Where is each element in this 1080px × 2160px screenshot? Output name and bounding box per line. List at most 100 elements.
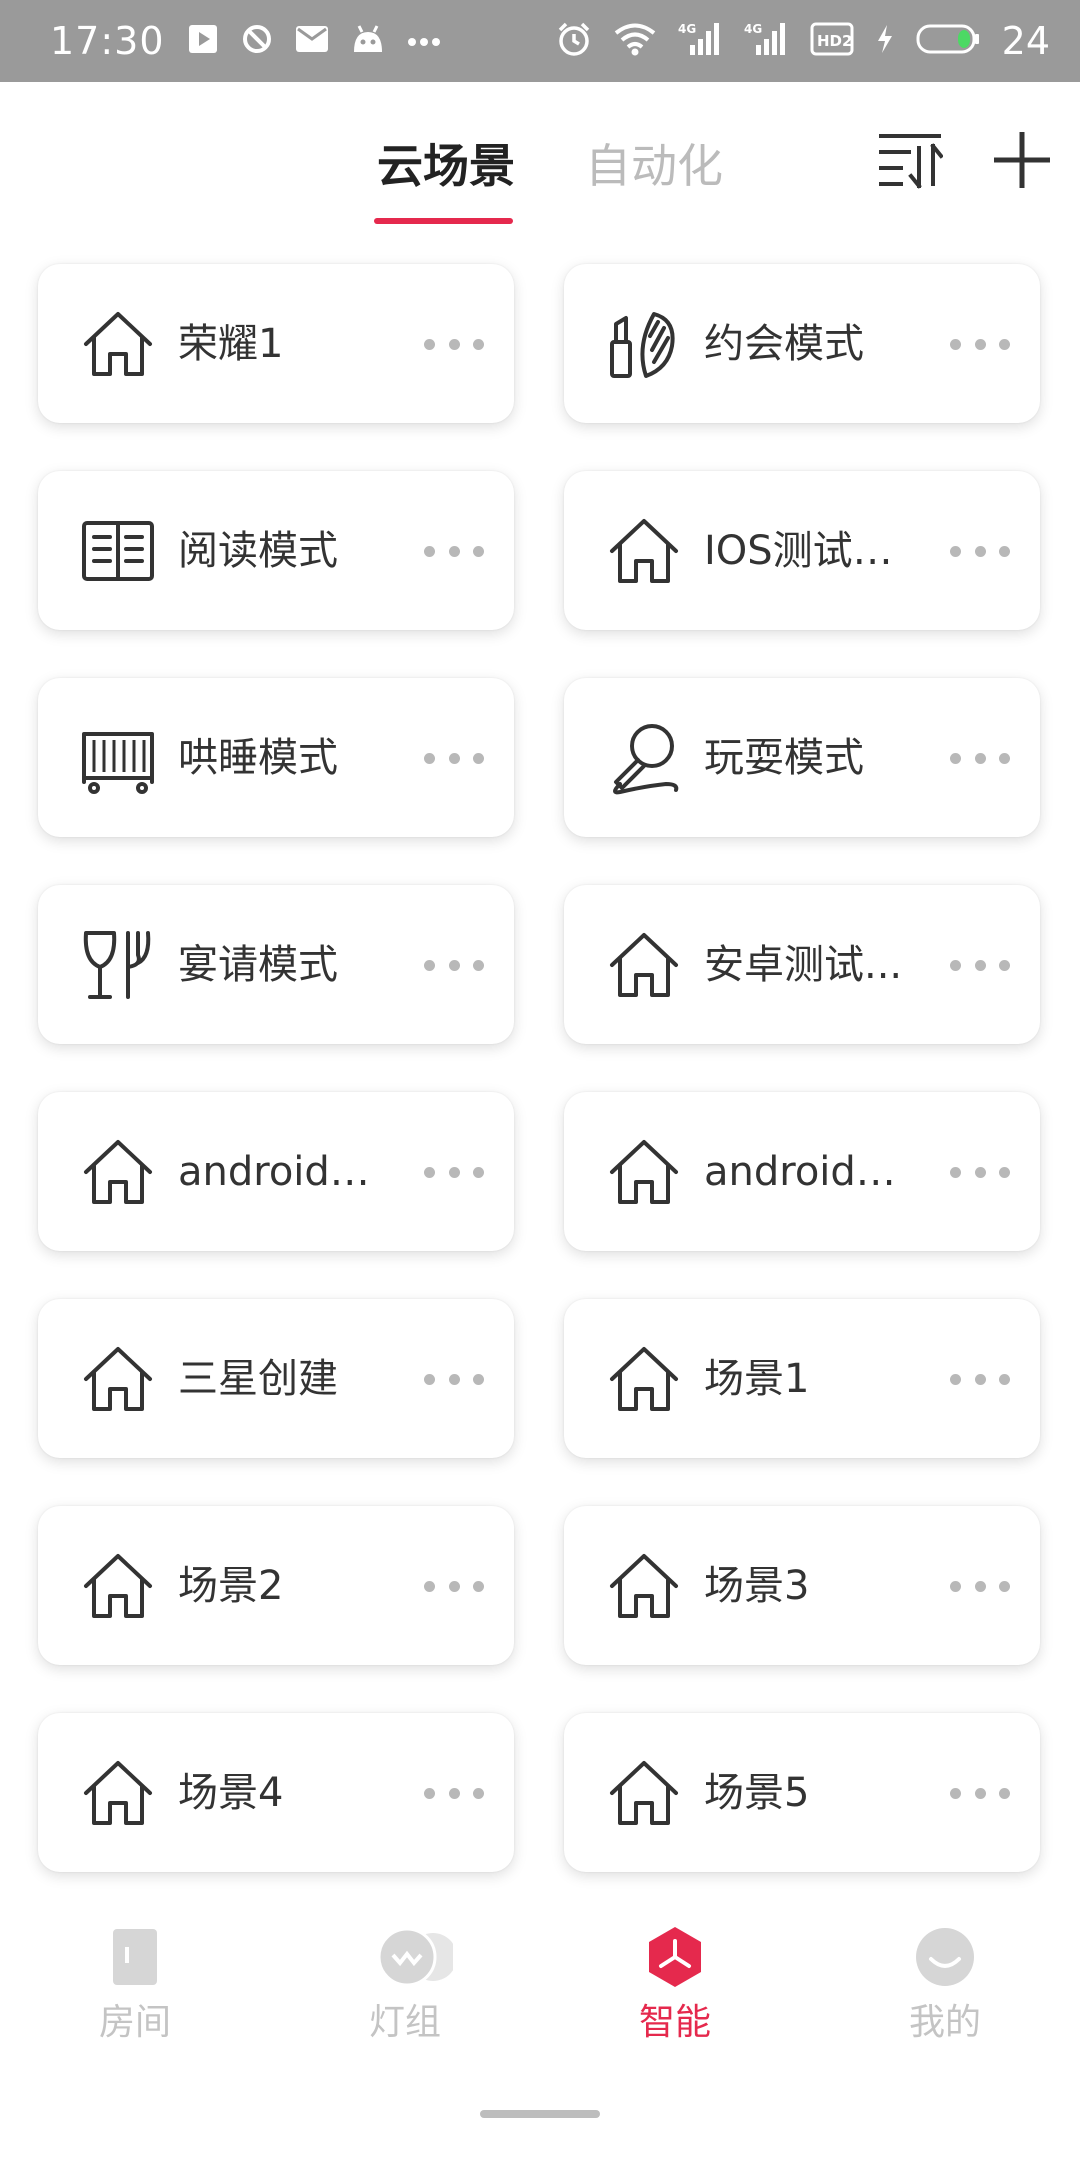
more-dot-icon: [999, 1373, 1010, 1385]
hd-icon: HD2: [810, 22, 854, 60]
scene-card[interactable]: 荣耀1: [38, 264, 514, 423]
scene-card[interactable]: 场景4: [38, 1713, 514, 1872]
tab-automation[interactable]: 自动化: [585, 130, 723, 196]
scene-card[interactable]: 哄睡模式: [38, 678, 514, 837]
nav-profile[interactable]: 我的: [865, 1925, 1025, 2043]
more-options-button[interactable]: [424, 1568, 484, 1604]
more-options-button[interactable]: [950, 1154, 1010, 1190]
scene-card[interactable]: 约会模式: [564, 264, 1040, 423]
more-dot-icon: [473, 959, 484, 971]
scene-card[interactable]: IOS测试预...: [564, 471, 1040, 630]
scene-label: 宴请模式: [178, 942, 338, 988]
more-dot-icon: [974, 1373, 986, 1385]
house-icon: [80, 306, 156, 382]
more-dot-icon: [999, 1166, 1010, 1178]
more-dot-icon: [424, 1580, 435, 1592]
charging-icon: [876, 24, 894, 58]
more-dot-icon: [974, 1580, 986, 1592]
more-options-button[interactable]: [950, 740, 1010, 776]
scene-card[interactable]: 场景3: [564, 1506, 1040, 1665]
svg-text:4G: 4G: [678, 22, 696, 36]
house-icon: [80, 1134, 156, 1210]
scene-label: IOS测试预...: [704, 528, 914, 574]
more-dot-icon: [473, 1166, 484, 1178]
scene-label: 玩耍模式: [704, 735, 864, 781]
more-dot-icon: [999, 545, 1010, 557]
tab-cloud-scene[interactable]: 云场景: [377, 130, 515, 196]
more-dot-icon: [950, 338, 961, 350]
more-dot-icon: [424, 338, 435, 350]
more-options-button[interactable]: [950, 947, 1010, 983]
more-options-button[interactable]: [950, 533, 1010, 569]
more-dot-icon: [974, 1166, 986, 1178]
sort-button[interactable]: [870, 122, 950, 202]
more-options-button[interactable]: [424, 1361, 484, 1397]
more-dot-icon: [424, 1166, 435, 1178]
scene-card[interactable]: android测...: [38, 1092, 514, 1251]
more-dot-icon: [950, 1787, 961, 1799]
more-dot-icon: [448, 752, 460, 764]
more-dot-icon: [999, 338, 1010, 350]
scene-label: 三星创建: [178, 1356, 338, 1402]
more-options-button[interactable]: [424, 533, 484, 569]
scene-card[interactable]: 场景5: [564, 1713, 1040, 1872]
svg-text:HD2: HD2: [817, 32, 852, 50]
alarm-icon: [556, 21, 592, 61]
more-dot-icon: [950, 1580, 961, 1592]
scene-label: 场景2: [178, 1563, 284, 1609]
scene-card[interactable]: 阅读模式: [38, 471, 514, 630]
header: 云场景 自动化: [0, 82, 1080, 232]
more-options-button[interactable]: [950, 1568, 1010, 1604]
more-dot-icon: [448, 1166, 460, 1178]
more-dot-icon: [448, 1787, 460, 1799]
scene-card[interactable]: android开...: [564, 1092, 1040, 1251]
more-dot-icon: [999, 1580, 1010, 1592]
home-indicator[interactable]: [480, 2110, 600, 2118]
more-dot-icon: [974, 338, 986, 350]
room-icon: [103, 1925, 167, 1989]
more-options-button[interactable]: [424, 947, 484, 983]
house-icon: [606, 1341, 682, 1417]
scene-card[interactable]: 安卓测试...: [564, 885, 1040, 1044]
tab-indicator: [374, 218, 513, 224]
house-icon: [606, 1548, 682, 1624]
more-dot-icon: [999, 1787, 1010, 1799]
more-dot-icon: [974, 1787, 986, 1799]
more-dot-icon: [473, 1787, 484, 1799]
scene-card[interactable]: 宴请模式: [38, 885, 514, 1044]
more-options-button[interactable]: [950, 326, 1010, 362]
nav-label-smart: 智能: [638, 2002, 711, 2043]
bottom-nav: 房间 灯组 智能 我的: [0, 1895, 1080, 2045]
scene-label: 哄睡模式: [178, 735, 338, 781]
more-options-button[interactable]: [950, 1361, 1010, 1397]
more-dot-icon: [448, 959, 460, 971]
more-dot-icon: [950, 752, 961, 764]
scene-card[interactable]: 玩耍模式: [564, 678, 1040, 837]
mail-icon: [295, 24, 329, 58]
more-options-button[interactable]: [424, 1775, 484, 1811]
house-icon: [80, 1755, 156, 1831]
scene-card[interactable]: 三星创建: [38, 1299, 514, 1458]
scene-card[interactable]: 场景1: [564, 1299, 1040, 1458]
microphone-icon: [606, 720, 682, 796]
more-dot-icon: [974, 545, 986, 557]
house-icon: [80, 1341, 156, 1417]
more-dot-icon: [950, 1373, 961, 1385]
more-options-button[interactable]: [424, 1154, 484, 1190]
more-options-button[interactable]: [950, 1775, 1010, 1811]
light-group-icon: [373, 1925, 457, 1989]
scene-label: android开...: [704, 1149, 914, 1195]
nav-light-group[interactable]: 灯组: [325, 1925, 485, 2043]
nav-smart[interactable]: 智能: [595, 1925, 755, 2043]
scene-card[interactable]: 场景2: [38, 1506, 514, 1665]
nav-label-room: 房间: [98, 2002, 171, 2043]
nav-room[interactable]: 房间: [55, 1925, 215, 2043]
more-options-button[interactable]: [424, 740, 484, 776]
more-options-button[interactable]: [424, 326, 484, 362]
more-dot-icon: [448, 338, 460, 350]
more-icon: [407, 32, 441, 51]
more-dot-icon: [473, 1373, 484, 1385]
add-button[interactable]: [982, 122, 1062, 202]
more-dot-icon: [424, 752, 435, 764]
house-icon: [80, 1548, 156, 1624]
